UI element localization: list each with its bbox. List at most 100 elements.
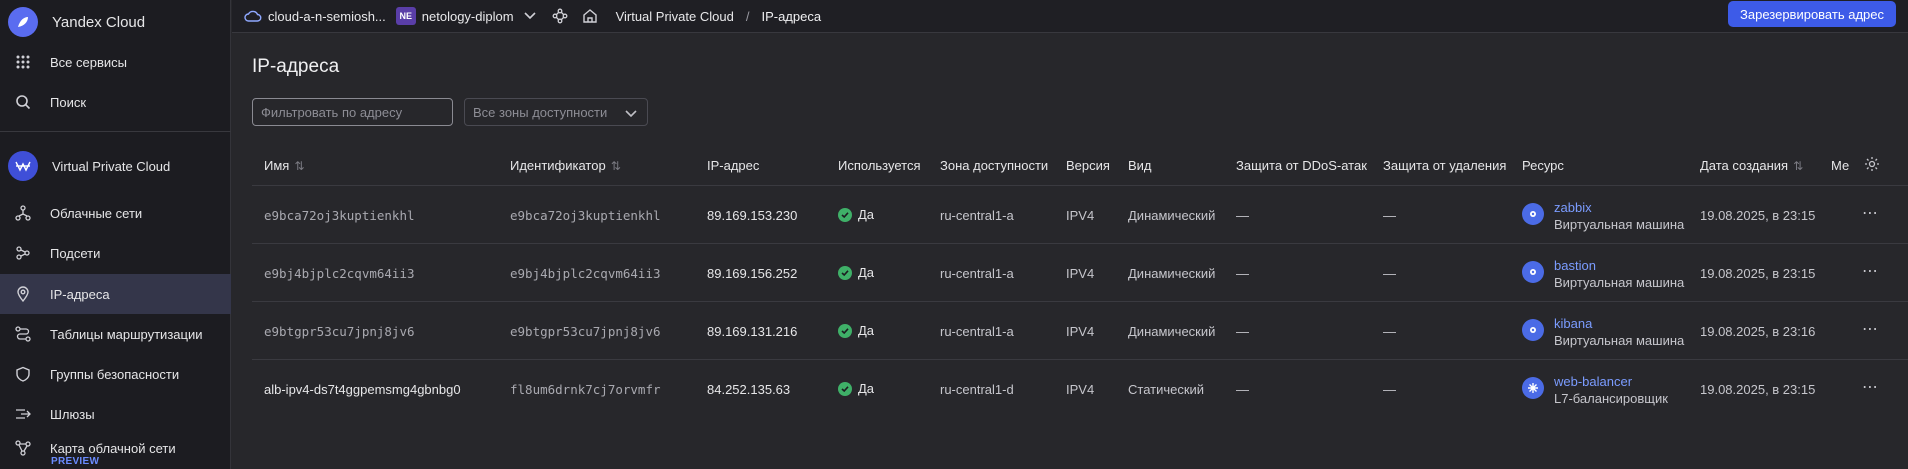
search-button[interactable]: Поиск	[0, 82, 231, 122]
folder-badge: NE	[395, 7, 416, 25]
row-divider	[252, 359, 1908, 360]
all-services-label: Все сервисы	[50, 54, 127, 70]
sidebar-item-ip-addresses[interactable]: IP-адреса	[0, 274, 231, 314]
cell-id: e9btgpr53cu7jpnj8jv6	[510, 324, 661, 339]
column-header-label: Защита от DDoS-атак	[1236, 158, 1367, 173]
cell-ip: 89.169.153.230	[707, 208, 798, 223]
home-icon[interactable]	[582, 8, 598, 24]
search-label: Поиск	[50, 94, 87, 110]
cell-created: 19.08.2025, в 23:16	[1700, 324, 1816, 339]
cell-name[interactable]: e9btgpr53cu7jpnj8jv6	[264, 324, 415, 339]
resource-link[interactable]: web-balancer	[1554, 374, 1632, 389]
service-label: Virtual Private Cloud	[52, 158, 171, 174]
grid-icon	[14, 53, 32, 71]
location-pin-icon	[14, 285, 32, 303]
cell-kind: Динамический	[1128, 266, 1216, 281]
resource-link[interactable]: bastion	[1554, 258, 1596, 273]
cell-version: IPV4	[1066, 208, 1095, 223]
cell-used-label: Да	[858, 207, 875, 222]
folder-selector[interactable]: netology-diplom	[422, 9, 514, 24]
preview-badge: PREVIEW	[51, 456, 100, 467]
gateway-icon	[14, 405, 32, 423]
table-settings-gear-icon[interactable]	[1864, 156, 1880, 172]
cloud-icon	[244, 9, 262, 23]
sidebar-item-gateways[interactable]: Шлюзы	[0, 394, 231, 434]
sidebar-item-route-tables[interactable]: Таблицы маршрутизации	[0, 314, 231, 354]
resource-type: Виртуальная машина	[1554, 333, 1685, 348]
shield-icon	[14, 365, 32, 383]
resource-type: L7-балансировщик	[1554, 391, 1668, 406]
sidebar-item-subnets[interactable]: Подсети	[0, 233, 231, 273]
gear-icon	[1522, 203, 1544, 225]
more-actions-icon[interactable]: ⋯	[1862, 261, 1879, 281]
cell-used: Да	[838, 323, 874, 338]
check-circle-icon	[838, 265, 852, 280]
cell-id: e9bj4bjplc2cqvm64ii3	[510, 266, 661, 281]
cell-created: 19.08.2025, в 23:15	[1700, 208, 1816, 223]
chevron-down-icon	[625, 106, 637, 121]
cell-id: fl8um6drnk7cj7orvmfr	[510, 382, 661, 397]
column-header-name[interactable]: Имя ⇅	[264, 158, 304, 173]
column-header-label: Защита от удаления	[1383, 158, 1507, 173]
cell-created: 19.08.2025, в 23:15	[1700, 266, 1816, 281]
row-divider	[252, 301, 1908, 302]
more-actions-icon[interactable]: ⋯	[1862, 319, 1879, 339]
column-header-label: Идентификатор	[510, 158, 606, 173]
reserve-address-button[interactable]: Зарезервировать адрес	[1728, 1, 1896, 27]
cell-zone: ru-central1-a	[940, 266, 1014, 281]
breadcrumb-service[interactable]: Virtual Private Cloud	[616, 9, 734, 24]
sidebar-item-label: IP-адреса	[50, 286, 110, 302]
cloud-selector[interactable]: cloud-a-n-semiosh...	[244, 9, 386, 24]
gear-icon	[1522, 261, 1544, 283]
cell-id: e9bca72oj3kuptienkhl	[510, 208, 661, 223]
cell-deletion: —	[1383, 324, 1396, 339]
zone-select[interactable]: Все зоны доступности	[464, 98, 648, 126]
cell-deletion: —	[1383, 266, 1396, 281]
search-icon	[14, 93, 32, 111]
resource-link[interactable]: kibana	[1554, 316, 1592, 331]
cell-ip: 89.169.131.216	[707, 324, 798, 339]
column-header-version: Версия	[1066, 158, 1110, 173]
cell-used: Да	[838, 381, 874, 396]
brand-label: Yandex Cloud	[52, 13, 146, 31]
route-icon	[14, 325, 32, 343]
brand-link[interactable]: Yandex Cloud	[0, 2, 231, 42]
resource-link[interactable]: zabbix	[1554, 200, 1592, 215]
more-actions-icon[interactable]: ⋯	[1862, 203, 1879, 223]
column-header-id[interactable]: Идентификатор ⇅	[510, 158, 621, 173]
zone-select-value: Все зоны доступности	[473, 104, 608, 120]
service-header[interactable]: Virtual Private Cloud	[0, 146, 231, 186]
more-actions-icon[interactable]: ⋯	[1862, 377, 1879, 397]
check-circle-icon	[838, 207, 852, 222]
address-filter-input[interactable]	[252, 98, 453, 126]
chevron-down-icon[interactable]	[523, 12, 536, 20]
column-header-label: IP-адрес	[707, 158, 760, 173]
cell-name[interactable]: e9bca72oj3kuptienkhl	[264, 208, 415, 223]
cell-ip: 89.169.156.252	[707, 266, 798, 281]
page-title: IP-адреса	[252, 56, 340, 77]
cell-name[interactable]: e9bj4bjplc2cqvm64ii3	[264, 266, 415, 281]
sidebar-item-networks[interactable]: Облачные сети	[0, 193, 231, 233]
network-map-icon	[14, 439, 32, 457]
column-header-deletion: Защита от удаления	[1383, 158, 1506, 173]
services-graph-icon[interactable]	[552, 8, 568, 24]
sidebar-divider	[0, 131, 231, 132]
cell-used: Да	[838, 265, 874, 280]
column-header-label: Имя	[264, 158, 290, 173]
column-header-label: Вид	[1128, 158, 1152, 173]
sidebar-item-label: Облачные сети	[50, 205, 143, 221]
column-header-zone: Зона доступности	[940, 158, 1048, 173]
column-header-me: Ме	[1831, 158, 1849, 173]
cell-zone: ru-central1-a	[940, 208, 1014, 223]
sidebar-item-label: Карта облачной сети	[50, 440, 176, 456]
column-header-created[interactable]: Дата создания ⇅	[1700, 158, 1803, 173]
sidebar-item-security-groups[interactable]: Группы безопасности	[0, 354, 231, 394]
cell-kind: Динамический	[1128, 324, 1216, 339]
check-circle-icon	[838, 381, 852, 396]
sidebar-item-label: Таблицы маршрутизации	[50, 326, 203, 342]
cell-name[interactable]: alb-ipv4-ds7t4ggpemsmg4gbnbg0	[264, 382, 461, 397]
cell-used-label: Да	[858, 323, 875, 338]
all-services-button[interactable]: Все сервисы	[0, 42, 231, 82]
sidebar-item-network-map[interactable]: Карта облачной сети	[0, 433, 231, 463]
column-header-kind: Вид	[1128, 158, 1152, 173]
